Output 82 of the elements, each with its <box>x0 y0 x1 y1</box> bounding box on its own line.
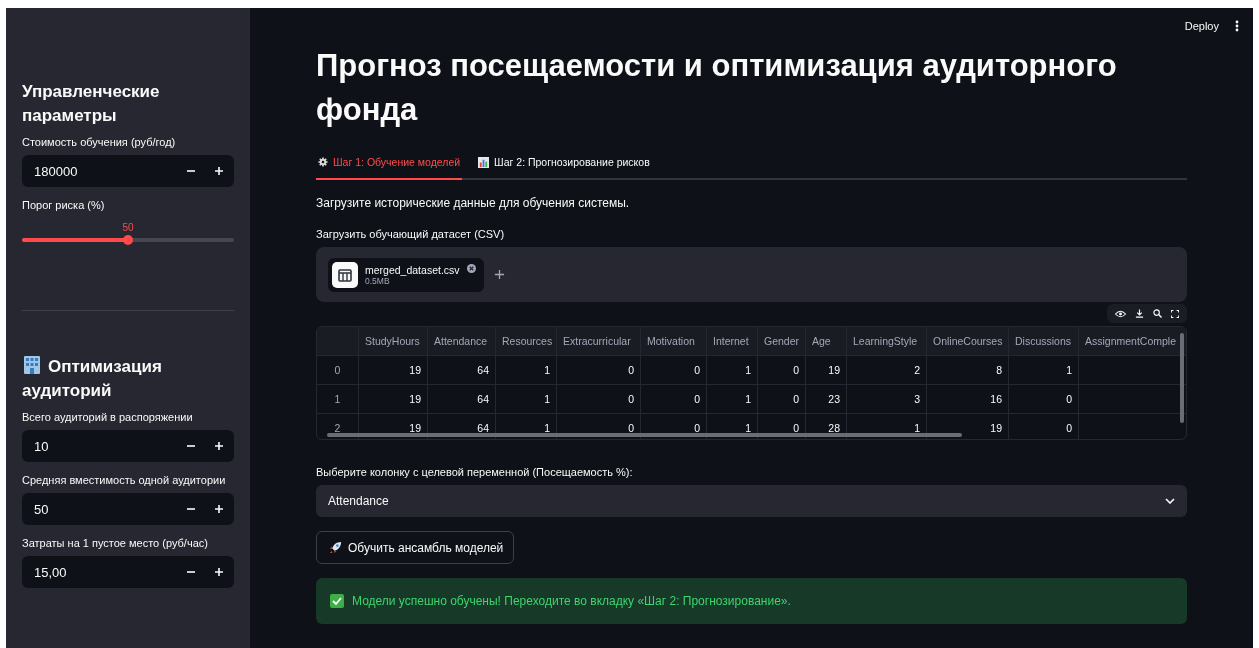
number-input[interactable]: 50 <box>22 493 234 525</box>
table-cell: 3 <box>847 385 927 413</box>
data-table[interactable] <box>316 326 1187 440</box>
deploy-button[interactable]: Deploy <box>1184 20 1219 32</box>
table-cell: 0 <box>1009 385 1079 413</box>
table-cell: 19 <box>806 356 847 384</box>
close-icon[interactable] <box>466 263 476 273</box>
gear-icon <box>318 157 328 167</box>
table-cell: 0 <box>758 356 806 384</box>
column-header[interactable]: Extracurricular <box>557 327 641 355</box>
table-cell: 0 <box>557 356 641 384</box>
train-button[interactable]: Обучить ансамбль моделей <box>316 531 515 564</box>
table-cell: 64 <box>428 385 496 413</box>
column-header[interactable]: Age <box>806 327 847 355</box>
intro-text: Загрузите исторические данные для обучения системы. <box>316 196 631 210</box>
table-cell: 1 <box>707 356 758 384</box>
tab[interactable]: Шаг 1: Обучение моделей <box>316 152 463 180</box>
column-header[interactable]: Internet <box>707 327 758 355</box>
slider-thumb[interactable] <box>123 235 133 245</box>
file-name: merged_dataset.csv <box>365 263 460 276</box>
field-label: Средняя вместимость одной аудитории <box>22 474 227 486</box>
rocket-icon <box>329 541 342 554</box>
table-cell: 1 <box>707 385 758 413</box>
table-cell: 1 <box>496 356 557 384</box>
page-title: Прогноз посещаемости и оптимизация аудиторного фонда <box>316 47 1118 129</box>
column-header[interactable]: StudyHours <box>359 327 428 355</box>
file-size: 0.5MB <box>365 275 390 286</box>
table-cell: 0 <box>641 385 707 413</box>
plus-icon[interactable] <box>493 269 505 280</box>
building-icon <box>22 355 42 375</box>
column-header[interactable]: LearningStyle <box>847 327 927 355</box>
column-header[interactable]: Attendance <box>428 327 496 355</box>
table-cell: 1 <box>496 385 557 413</box>
table-cell: 0 <box>758 385 806 413</box>
uploader-label: Загрузить обучающий датасет (CSV) <box>316 228 506 240</box>
select-label: Выберите колонку с целевой переменной (Посещаемость %): <box>316 466 634 478</box>
table-cell: 23 <box>806 385 847 413</box>
row-index: 1 <box>317 385 359 413</box>
checkmark-icon <box>330 594 344 608</box>
number-input[interactable]: 10 <box>22 430 234 462</box>
table-cell: 19 <box>359 356 428 384</box>
section-heading: Управленческие параметры <box>22 81 161 127</box>
chevron-down-icon <box>1165 498 1175 504</box>
tab[interactable]: Шаг 2: Прогнозирование рисков <box>476 152 652 180</box>
table-cell: 64 <box>428 356 496 384</box>
bar-chart-icon <box>478 156 490 168</box>
field-label: Затраты на 1 пустое место (руб/час) <box>22 537 209 549</box>
slider-track[interactable] <box>22 238 234 242</box>
field-label: Всего аудиторий в распоряжении <box>22 411 194 423</box>
search-icon[interactable] <box>1153 309 1162 318</box>
table-cell: 1 <box>1009 356 1079 384</box>
column-header[interactable]: Motivation <box>641 327 707 355</box>
download-icon[interactable] <box>1135 309 1144 318</box>
table-cell: 8 <box>927 356 1009 384</box>
number-input[interactable]: 15,00 <box>22 556 234 588</box>
field-label: Порог риска (%) <box>22 199 106 211</box>
success-message: Модели успешно обучены! Переходите во вкладку «Шаг 2: Прогнозирование». <box>352 594 791 608</box>
eye-icon[interactable] <box>1115 309 1126 318</box>
column-header[interactable]: Discussions <box>1009 327 1079 355</box>
field-label: Стоимость обучения (руб/год) <box>22 136 177 148</box>
table-icon <box>332 261 358 288</box>
select-box[interactable]: Attendance <box>316 485 1187 517</box>
row-index: 0 <box>317 356 359 384</box>
section-heading: Оптимизация аудиторий <box>22 355 163 402</box>
table-cell: 0 <box>641 356 707 384</box>
column-header[interactable]: AssignmentComple <box>1079 327 1186 355</box>
table-cell: 0 <box>557 385 641 413</box>
table-cell: 0 <box>1009 414 1079 439</box>
table-cell: 2 <box>847 356 927 384</box>
slider-value: 50 <box>122 222 134 233</box>
number-input[interactable]: 180000 <box>22 155 234 187</box>
column-header[interactable]: Gender <box>758 327 806 355</box>
scrollbar[interactable] <box>1180 333 1184 423</box>
scrollbar[interactable] <box>327 433 962 437</box>
table-cell: 19 <box>359 385 428 413</box>
more-menu-icon[interactable] <box>1235 20 1239 32</box>
header-corner-cell <box>317 327 359 355</box>
column-header[interactable]: OnlineCourses <box>927 327 1009 355</box>
fullscreen-icon[interactable] <box>1171 309 1179 318</box>
file-uploader[interactable]: merged_dataset.csv 0.5MB <box>316 247 1187 302</box>
table-cell: 16 <box>927 385 1009 413</box>
column-header[interactable]: Resources <box>496 327 557 355</box>
